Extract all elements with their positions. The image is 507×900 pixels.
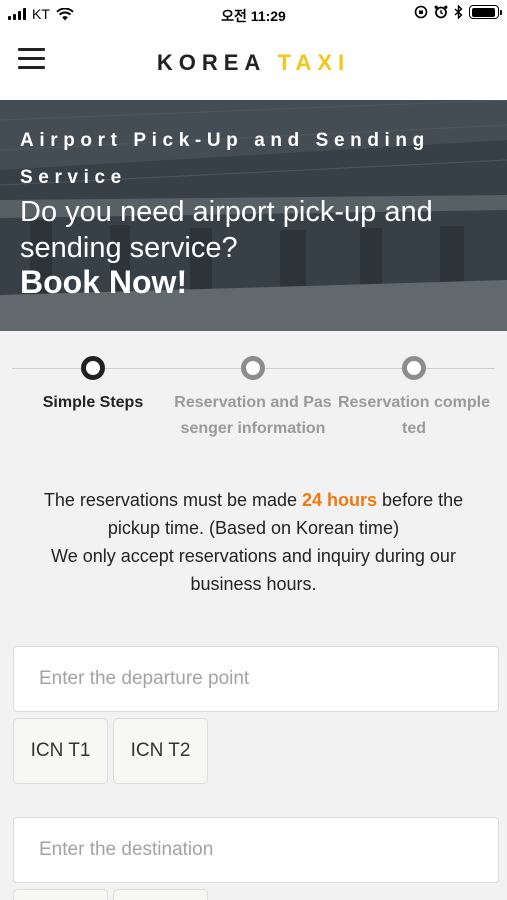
departure-option-icn-t1[interactable]: ICN T1 <box>13 718 108 784</box>
destination-option[interactable] <box>113 889 208 900</box>
hero-subtitle: Airport Pick-Up and Sending Service <box>20 130 430 188</box>
step-simple-steps: Simple Steps <box>13 356 173 416</box>
step-indicator <box>402 356 426 380</box>
notice-business-hours: We only accept reservations and inquiry … <box>51 546 456 594</box>
destination-input[interactable] <box>13 817 499 883</box>
step-label: Simple Steps <box>42 394 144 411</box>
status-right <box>414 5 502 19</box>
hero-banner[interactable]: Airport Pick-Up and Sending Service Do y… <box>0 100 507 331</box>
step-label: Reservation and Pas senger information <box>174 394 332 437</box>
app-header: KOREA TAXI <box>0 28 507 100</box>
step-indicator-active <box>81 356 105 380</box>
destination-option[interactable] <box>13 889 108 900</box>
orientation-lock-icon <box>414 5 428 19</box>
departure-input[interactable] <box>13 646 499 712</box>
app-logo: KOREA TAXI <box>0 50 507 76</box>
reservation-steps: Simple Steps Reservation and Pas senger … <box>0 331 507 441</box>
step-completed: Reservation comple ted <box>334 356 494 442</box>
bluetooth-icon <box>454 5 463 19</box>
battery-icon <box>469 5 502 19</box>
alarm-icon <box>434 5 448 19</box>
logo-text-taxi: TAXI <box>277 50 351 75</box>
departure-option-icn-t2[interactable]: ICN T2 <box>113 718 208 784</box>
notice-text: The reservations must be made <box>43 490 303 510</box>
status-bar: KT 오전 11:29 <box>0 0 507 28</box>
notice-highlight: 24 hours <box>302 490 378 510</box>
logo-text-korea: KOREA <box>156 50 266 75</box>
book-now-button[interactable]: Book Now! <box>20 264 187 301</box>
hero-question: Do you need airport pick-up and sending … <box>20 196 433 264</box>
reservation-notice: The reservations must be made 24 hours b… <box>20 486 487 598</box>
step-indicator <box>241 356 265 380</box>
step-label: Reservation comple ted <box>337 394 491 437</box>
step-passenger-info: Reservation and Pas senger information <box>173 356 333 442</box>
